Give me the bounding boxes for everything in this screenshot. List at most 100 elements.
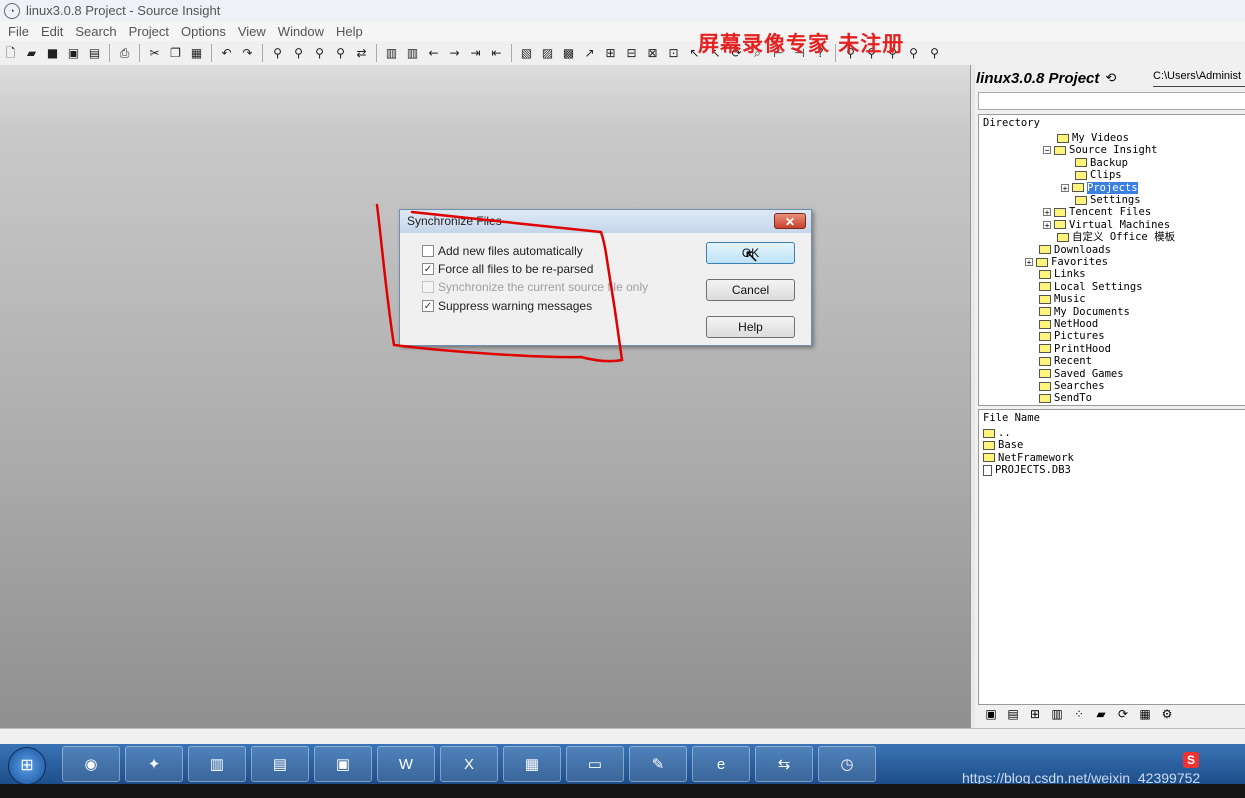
tree-item[interactable]: Local Settings: [1039, 281, 1143, 293]
file-filter-input[interactable]: [978, 92, 1245, 110]
tree-item[interactable]: NetHood: [1039, 318, 1098, 330]
tree-item[interactable]: + Favorites: [1025, 256, 1108, 268]
checkbox-add-new-files[interactable]: [422, 245, 434, 257]
tree-item[interactable]: Settings: [1075, 194, 1141, 206]
option-add-new-files[interactable]: Add new files automatically: [422, 243, 583, 259]
option-force-reparse[interactable]: ✓ Force all files to be re-parsed: [422, 261, 593, 277]
sogou-tray-icon[interactable]: S: [1183, 752, 1199, 768]
close-icon[interactable]: ▤: [86, 45, 103, 62]
menu-help[interactable]: Help: [336, 24, 363, 39]
tree-item[interactable]: Backup: [1075, 157, 1128, 169]
bookmark-list-icon[interactable]: ▥: [404, 45, 421, 62]
excel-icon[interactable]: X: [440, 746, 498, 782]
file-manager-icon[interactable]: ▤: [251, 746, 309, 782]
pdf-icon[interactable]: ▦: [503, 746, 561, 782]
tree-item[interactable]: Downloads: [1039, 244, 1111, 256]
notepad-icon[interactable]: ✎: [629, 746, 687, 782]
cut-icon[interactable]: ✂: [146, 45, 163, 62]
symbol-icon[interactable]: ⊞: [602, 45, 619, 62]
save-all-icon[interactable]: ▣: [65, 45, 82, 62]
tree-item[interactable]: PrintHood: [1039, 343, 1111, 355]
browse-icon[interactable]: ▧: [518, 45, 535, 62]
tree-item[interactable]: My Documents: [1039, 306, 1130, 318]
tree-item[interactable]: Pictures: [1039, 330, 1105, 342]
qq-icon[interactable]: ◉: [62, 746, 120, 782]
expand-icon[interactable]: +: [1025, 258, 1033, 267]
forward-icon[interactable]: →: [446, 45, 463, 62]
file-pane[interactable]: File Name .. Base NetFramework PROJECTS.DB3: [978, 409, 1245, 705]
layout-icon[interactable]: ⊡: [665, 45, 682, 62]
option-suppress-warnings[interactable]: ✓ Suppress warning messages: [422, 298, 592, 314]
word-icon[interactable]: W: [377, 746, 435, 782]
tree-item[interactable]: − Source Insight: [1043, 144, 1158, 156]
buildings-icon[interactable]: ▥: [188, 746, 246, 782]
file-list-item[interactable]: NetFramework: [983, 452, 1074, 464]
file-list-item[interactable]: ..: [983, 427, 1011, 439]
tree-item[interactable]: 自定义 Office 模板: [1057, 231, 1175, 243]
menu-window[interactable]: Window: [278, 24, 324, 39]
virtualbox-icon[interactable]: ▣: [314, 746, 372, 782]
editor-workspace[interactable]: [0, 65, 970, 728]
cancel-button[interactable]: Cancel: [706, 279, 795, 301]
tree-item[interactable]: Music: [1039, 293, 1086, 305]
tree-item[interactable]: Recent: [1039, 355, 1092, 367]
checkbox-suppress-warnings[interactable]: ✓: [422, 300, 434, 312]
find-next-icon[interactable]: ⚲: [290, 45, 307, 62]
help-button[interactable]: Help: [706, 316, 795, 338]
expand-icon[interactable]: +: [1043, 220, 1051, 229]
tree-item[interactable]: Clips: [1075, 169, 1122, 181]
relation-icon[interactable]: ⁘: [1070, 706, 1088, 722]
menu-project[interactable]: Project: [129, 24, 169, 39]
tree-item[interactable]: Links: [1039, 268, 1086, 280]
file-list-item[interactable]: PROJECTS.DB3: [983, 464, 1071, 476]
find-icon[interactable]: ⚲: [269, 45, 286, 62]
tree-item[interactable]: SendTo: [1039, 392, 1092, 404]
tree-item[interactable]: My Videos: [1057, 132, 1129, 144]
start-button[interactable]: ⊞: [8, 747, 46, 785]
back-icon[interactable]: ←: [425, 45, 442, 62]
expand-icon[interactable]: +: [1061, 183, 1069, 192]
save-icon[interactable]: ■: [44, 45, 61, 62]
new-file-icon[interactable]: 🗋: [2, 45, 19, 62]
project-window-icon[interactable]: ▣: [982, 706, 1000, 722]
symbol-list-icon[interactable]: ⊞: [1026, 706, 1044, 722]
menu-view[interactable]: View: [238, 24, 266, 39]
network-icon[interactable]: ⇆: [755, 746, 813, 782]
layout-icon[interactable]: ⊠: [644, 45, 661, 62]
tree-item[interactable]: + Tencent Files: [1043, 206, 1151, 218]
paste-icon[interactable]: ▦: [188, 45, 205, 62]
bookmark-icon[interactable]: ▥: [383, 45, 400, 62]
book-icon[interactable]: ▥: [1048, 706, 1066, 722]
redo-icon[interactable]: ↷: [239, 45, 256, 62]
file-list-icon[interactable]: ▤: [1004, 706, 1022, 722]
tree-item[interactable]: + Projects: [1061, 181, 1138, 194]
context-icon[interactable]: ▨: [539, 45, 556, 62]
app-icon[interactable]: ◔: [4, 2, 20, 19]
menu-search[interactable]: Search: [75, 24, 116, 39]
menu-file[interactable]: File: [8, 24, 29, 39]
menu-edit[interactable]: Edit: [41, 24, 63, 39]
tree-item[interactable]: Saved Games: [1039, 368, 1124, 380]
open-project-icon[interactable]: ▰: [1092, 706, 1110, 722]
clock-icon[interactable]: ◷: [818, 746, 876, 782]
window-icon[interactable]: ▭: [566, 746, 624, 782]
search-files-icon[interactable]: ⚲: [332, 45, 349, 62]
undo-icon[interactable]: ↶: [218, 45, 235, 62]
find-icon[interactable]: ⚲: [905, 45, 922, 62]
checkbox-force-reparse[interactable]: ✓: [422, 263, 434, 275]
dialog-titlebar[interactable]: Synchronize Files ✕: [400, 210, 811, 233]
close-icon[interactable]: ✕: [774, 213, 806, 229]
sync-icon[interactable]: ⟲: [1105, 70, 1116, 86]
print-icon[interactable]: ⎙: [116, 45, 133, 62]
doc-icon[interactable]: ▦: [1136, 706, 1154, 722]
browser-icon[interactable]: e: [692, 746, 750, 782]
open-icon[interactable]: ▰: [23, 45, 40, 62]
jump-icon[interactable]: ⇥: [467, 45, 484, 62]
bird-icon[interactable]: ✦: [125, 746, 183, 782]
layout-icon[interactable]: ⊟: [623, 45, 640, 62]
find-prev-icon[interactable]: ⚲: [311, 45, 328, 62]
copy-icon[interactable]: ❐: [167, 45, 184, 62]
window-icon[interactable]: ▩: [560, 45, 577, 62]
replace-icon[interactable]: ⇄: [353, 45, 370, 62]
jump-def-icon[interactable]: ⇤: [488, 45, 505, 62]
